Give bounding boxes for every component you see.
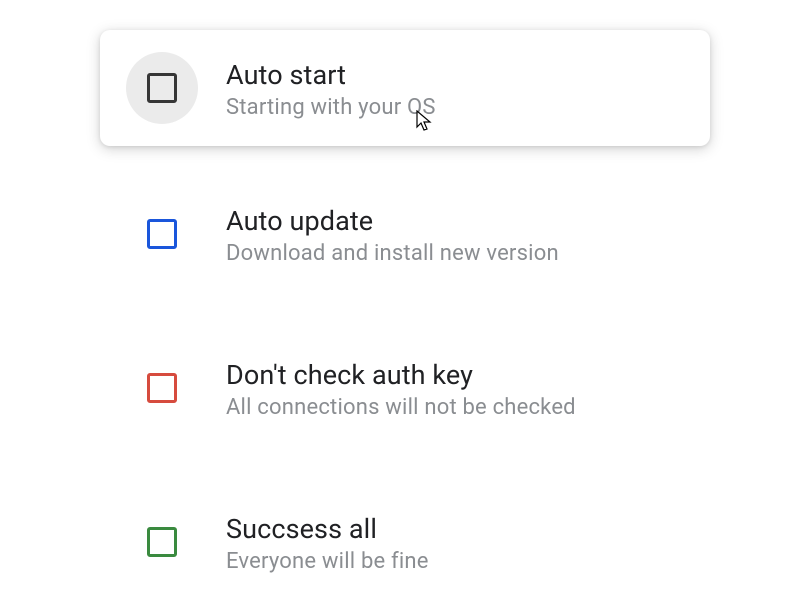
checkbox-box-icon [147,527,177,557]
option-title: Auto start [226,59,436,91]
option-texts: Don't check auth key All connections wil… [226,357,576,420]
checkbox-dont-check-auth-key[interactable] [126,352,198,424]
option-texts: Succsess all Everyone will be fine [226,511,429,574]
checkbox-auto-start[interactable] [126,52,198,124]
option-subtitle: All connections will not be checked [226,395,576,420]
option-auto-update[interactable]: Auto update Download and install new ver… [100,176,710,292]
option-title: Succsess all [226,513,429,545]
option-title: Auto update [226,205,559,237]
checkbox-box-icon [147,373,177,403]
checkbox-box-icon [147,219,177,249]
option-dont-check-auth-key[interactable]: Don't check auth key All connections wil… [100,330,710,446]
option-subtitle: Download and install new version [226,241,559,266]
checkbox-box-icon [147,73,177,103]
option-auto-start[interactable]: Auto start Starting with your OS [100,30,710,146]
checkbox-success-all[interactable] [126,506,198,578]
option-texts: Auto update Download and install new ver… [226,203,559,266]
settings-options-list: Auto start Starting with your OS Auto up… [100,30,710,600]
option-title: Don't check auth key [226,359,576,391]
option-texts: Auto start Starting with your OS [226,57,436,120]
option-success-all[interactable]: Succsess all Everyone will be fine [100,484,710,600]
checkbox-auto-update[interactable] [126,198,198,270]
option-subtitle: Starting with your OS [226,95,436,120]
option-subtitle: Everyone will be fine [226,549,429,574]
